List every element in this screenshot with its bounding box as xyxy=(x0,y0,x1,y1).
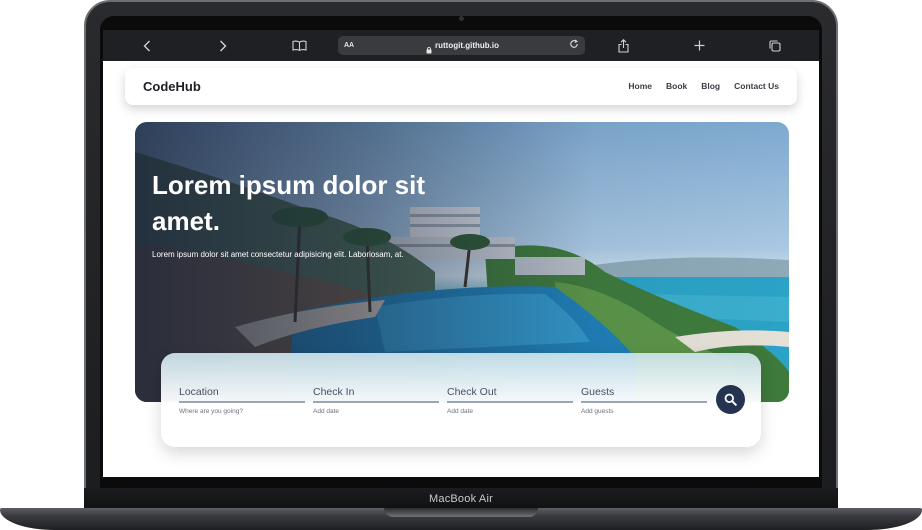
camera-icon xyxy=(459,16,464,21)
check-out-label: Check Out xyxy=(447,386,573,403)
laptop-notch xyxy=(384,508,538,517)
nav-contact-us[interactable]: Contact Us xyxy=(734,81,779,91)
nav-links: Home Book Blog Contact Us xyxy=(628,81,779,91)
hero-title: Lorem ipsum dolor sit amet. xyxy=(152,170,426,236)
laptop-chin: MacBook Air xyxy=(84,488,838,510)
back-icon[interactable] xyxy=(141,37,153,54)
reader-book-icon[interactable] xyxy=(291,37,307,54)
address-bar[interactable]: AA ruttogit.github.io xyxy=(338,36,585,55)
tabs-icon[interactable] xyxy=(767,37,783,54)
location-hint: Where are you going? xyxy=(179,408,243,415)
location-label: Location xyxy=(179,386,305,403)
reload-icon[interactable] xyxy=(569,39,579,52)
guests-field[interactable]: Guests Add guests xyxy=(581,386,707,415)
browser-toolbar: AA ruttogit.github.io xyxy=(103,30,819,61)
nav-home[interactable]: Home xyxy=(628,81,652,91)
search-button[interactable] xyxy=(716,385,745,414)
nav-book[interactable]: Book xyxy=(666,81,687,91)
forward-icon[interactable] xyxy=(217,37,229,54)
location-field[interactable]: Location Where are you going? xyxy=(179,386,305,415)
device-label: MacBook Air xyxy=(429,493,493,505)
check-out-hint: Add date xyxy=(447,408,474,415)
guests-hint: Add guests xyxy=(581,408,614,415)
check-out-field[interactable]: Check Out Add date xyxy=(447,386,573,415)
search-icon xyxy=(724,393,737,406)
guests-label: Guests xyxy=(581,386,707,403)
aa-button[interactable]: AA xyxy=(344,42,354,49)
url-text: ruttogit.github.io xyxy=(435,41,499,50)
check-in-hint: Add date xyxy=(313,408,340,415)
check-in-label: Check In xyxy=(313,386,439,403)
check-in-field[interactable]: Check In Add date xyxy=(313,386,439,415)
lock-icon xyxy=(426,41,432,59)
share-icon[interactable] xyxy=(616,37,630,54)
nav-blog[interactable]: Blog xyxy=(701,81,720,91)
browser-screen: AA ruttogit.github.io CodeHub Home Book … xyxy=(103,30,819,477)
booking-search-card: Location Where are you going? Check In A… xyxy=(161,353,761,447)
site-navbar: CodeHub Home Book Blog Contact Us xyxy=(125,68,797,105)
brand-logo[interactable]: CodeHub xyxy=(143,79,201,94)
hero-subtitle: Lorem ipsum dolor sit amet consectetur a… xyxy=(152,250,404,259)
new-tab-icon[interactable] xyxy=(692,37,706,54)
